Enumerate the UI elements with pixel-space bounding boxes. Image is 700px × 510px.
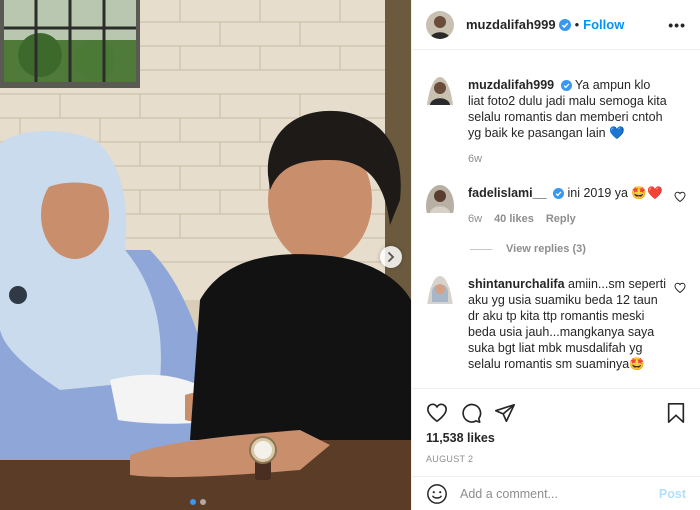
comment-like-heart-icon[interactable] <box>674 191 686 203</box>
bookmark-icon[interactable] <box>666 402 686 424</box>
comment-meta: 6w 40 likes Reply <box>468 211 668 227</box>
heart-icon[interactable] <box>426 402 448 424</box>
post-photo[interactable] <box>0 0 411 510</box>
follow-button[interactable]: Follow <box>583 17 624 32</box>
comment-avatar[interactable] <box>426 276 454 372</box>
comment-icon[interactable] <box>460 402 482 424</box>
caption-meta: 6w <box>468 151 668 167</box>
share-icon[interactable] <box>494 402 516 424</box>
carousel-dot <box>200 499 206 505</box>
add-comment-bar: Post <box>412 476 700 510</box>
carousel-next-button[interactable] <box>380 246 402 268</box>
comment-time[interactable]: 6w <box>468 211 482 227</box>
comment-like-heart-icon[interactable] <box>674 282 686 294</box>
post-actions-section: 11,538 likes AUGUST 2 <box>412 388 700 464</box>
comment-username[interactable]: shintanurchalifa <box>468 277 565 291</box>
comment-body: fadelislami__ ini 2019 ya 🤩❤️ 6w 40 like… <box>468 185 686 227</box>
comments-list[interactable]: muzdalifah999 Ya ampun klo liat foto2 du… <box>412 63 700 388</box>
caption-username[interactable]: muzdalifah999 <box>468 78 554 92</box>
verified-badge-icon <box>553 188 564 199</box>
verified-badge-icon <box>558 18 571 31</box>
caption-body: muzdalifah999 Ya ampun klo liat foto2 du… <box>468 77 686 167</box>
carousel-dot-active <box>190 499 196 505</box>
caption: muzdalifah999 Ya ampun klo liat foto2 du… <box>426 77 686 167</box>
post-comment-button[interactable]: Post <box>659 487 686 501</box>
comment-likes[interactable]: 40 likes <box>494 211 534 227</box>
post-side-panel: muzdalifah999 • Follow ••• muzdalifah999 <box>411 0 700 510</box>
comment-avatar[interactable] <box>426 185 454 227</box>
carousel-indicator <box>190 499 206 505</box>
more-options-button[interactable]: ••• <box>668 17 686 33</box>
comment-text: ini 2019 ya 🤩❤️ <box>567 186 663 200</box>
photo-illustration <box>0 0 411 510</box>
reply-button[interactable]: Reply <box>546 211 576 227</box>
author-username[interactable]: muzdalifah999 <box>466 17 556 32</box>
post-date[interactable]: AUGUST 2 <box>412 454 700 464</box>
smiley-icon[interactable] <box>426 483 448 505</box>
author-avatar[interactable] <box>426 10 454 39</box>
action-bar <box>412 389 700 429</box>
caption-time[interactable]: 6w <box>468 151 482 167</box>
replies-divider-line <box>470 248 492 250</box>
view-replies-label: View replies (3) <box>506 243 586 255</box>
post-header: muzdalifah999 • Follow ••• <box>412 0 700 50</box>
comment-input[interactable] <box>460 486 659 501</box>
caption-avatar[interactable] <box>426 77 454 167</box>
comment-item: fadelislami__ ini 2019 ya 🤩❤️ 6w 40 like… <box>426 185 686 227</box>
comment-text: amiin...sm seperti aku yg usia suamiku b… <box>468 277 666 371</box>
comment-username[interactable]: fadelislami__ <box>468 186 547 200</box>
view-replies-button[interactable]: View replies (3) <box>470 243 586 255</box>
comment-item: shintanurchalifa amiin...sm seperti aku … <box>426 276 686 372</box>
comment-body: shintanurchalifa amiin...sm seperti aku … <box>468 276 686 372</box>
chevron-right-icon <box>388 252 395 262</box>
header-separator: • <box>574 17 580 32</box>
verified-badge-icon <box>560 80 572 91</box>
like-count[interactable]: 11,538 likes <box>412 431 700 445</box>
